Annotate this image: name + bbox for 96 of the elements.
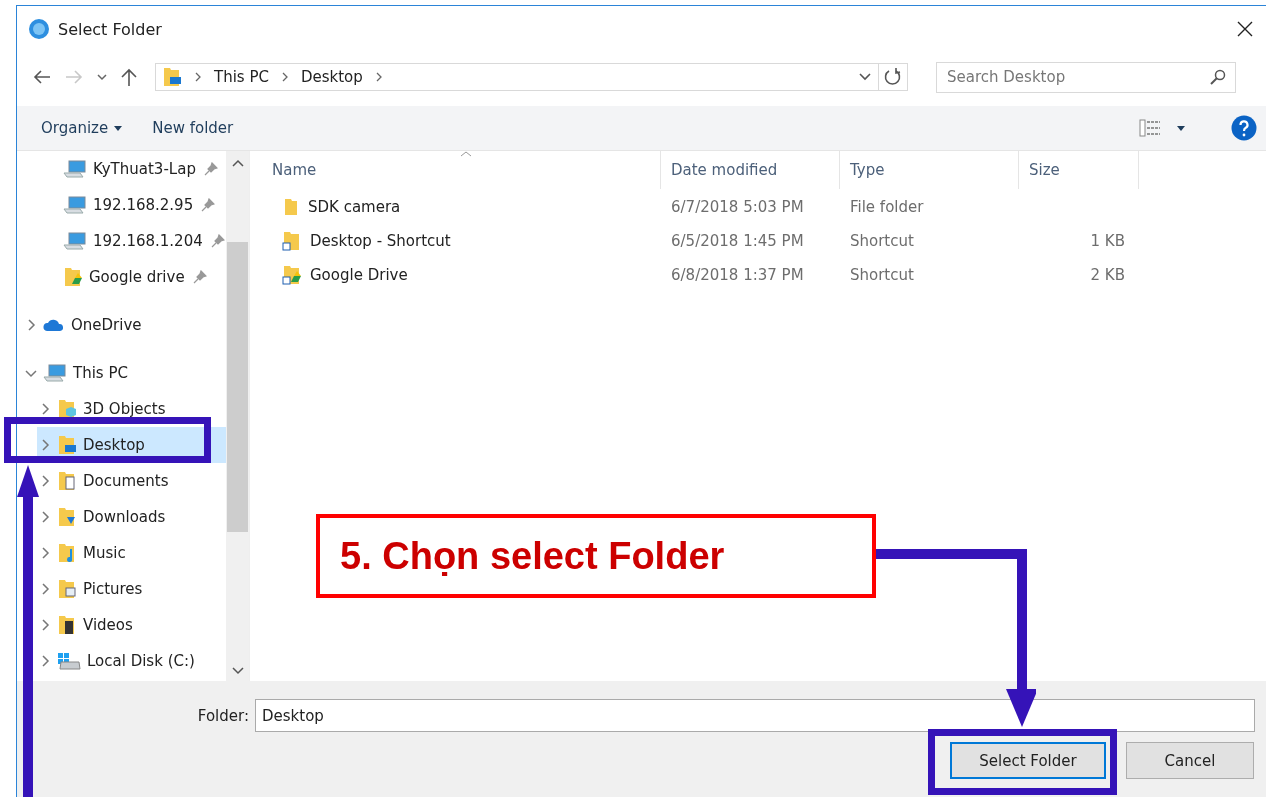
tree-item[interactable]: Downloads	[37, 499, 226, 535]
folder-icon	[57, 579, 77, 599]
folder-icon	[282, 231, 302, 251]
breadcrumb-chevron-icon[interactable]	[374, 71, 383, 83]
app-icon	[28, 18, 50, 40]
column-header[interactable]: Size	[1019, 151, 1139, 189]
expand-chevron-icon[interactable]	[39, 403, 51, 415]
refresh-icon	[884, 68, 902, 86]
folder-label: Folder:	[197, 706, 249, 725]
expand-chevron-icon[interactable]	[39, 583, 51, 595]
type-cell-text: File folder	[849, 198, 925, 216]
sort-caret-icon	[460, 151, 472, 157]
view-caret-icon[interactable]	[1177, 125, 1185, 131]
expand-chevron-icon[interactable]	[39, 475, 51, 487]
breadcrumb-chevron-icon[interactable]	[280, 71, 289, 83]
tree-item[interactable]: This PC	[17, 355, 226, 391]
expand-chevron-icon[interactable]	[25, 319, 37, 331]
expand-chevron-icon[interactable]	[39, 655, 51, 667]
file-name: Google Drive	[310, 266, 408, 284]
breadcrumb[interactable]: Desktop	[300, 68, 363, 86]
scroll-up-icon[interactable]	[231, 159, 244, 167]
quick-access-item[interactable]: 192.168.1.204	[17, 223, 226, 259]
file-name: SDK camera	[308, 198, 401, 216]
collapse-chevron-icon[interactable]	[25, 367, 37, 379]
close-icon[interactable]	[1237, 21, 1253, 37]
folder-icon	[282, 265, 302, 285]
expand-chevron-icon[interactable]	[39, 619, 51, 631]
type-cell-text: Shortcut	[849, 266, 915, 284]
pin-icon	[203, 162, 218, 176]
dropdown-caret-icon[interactable]	[858, 72, 872, 82]
callout-label: 5. Chọn select Folder	[316, 514, 876, 598]
pin-icon	[210, 234, 225, 248]
date-cell-text: 6/8/2018 1:37 PM	[670, 266, 805, 284]
cloud-icon	[43, 318, 65, 332]
computer-icon	[63, 196, 87, 214]
date-cell-text: 6/7/2018 5:03 PM	[670, 198, 805, 216]
scroll-down-icon[interactable]	[231, 667, 244, 675]
tree-item[interactable]: OneDrive	[17, 307, 226, 343]
tree-item[interactable]: Music	[37, 535, 226, 571]
file-name: Desktop - Shortcut	[310, 232, 451, 250]
column-header[interactable]: Type	[840, 151, 1019, 189]
refresh-button[interactable]	[879, 63, 908, 91]
breadcrumb-chevron-icon[interactable]	[194, 71, 202, 83]
pin-icon	[201, 198, 216, 212]
expand-chevron-icon[interactable]	[39, 511, 51, 523]
date-cell-text: 6/5/2018 1:45 PM	[670, 232, 805, 250]
column-header[interactable]: Name	[250, 151, 661, 189]
quick-access-item[interactable]: Google drive	[17, 259, 226, 295]
computer-icon	[63, 160, 87, 178]
file-row[interactable]: Desktop - Shortcut 6/5/2018 1:45 PM Shortcut 1 KB	[250, 225, 1266, 257]
search-field[interactable]: Search Desktop	[936, 61, 1236, 93]
folder-icon	[57, 399, 77, 419]
back-arrow-icon[interactable]	[33, 70, 51, 84]
size-cell-text: 1 KB	[1089, 232, 1126, 250]
help-icon[interactable]	[1231, 115, 1257, 141]
file-row[interactable]: Google Drive 6/8/2018 1:37 PM Shortcut 2 KB	[250, 259, 1266, 291]
expand-chevron-icon[interactable]	[39, 439, 51, 451]
expand-chevron-icon[interactable]	[39, 547, 51, 559]
computer-icon	[43, 364, 67, 382]
up-arrow-icon[interactable]	[121, 68, 137, 86]
column-header[interactable]: Date modified	[661, 151, 840, 189]
computer-icon	[63, 232, 87, 250]
cancel-button[interactable]: Cancel	[1126, 742, 1254, 779]
tree-item[interactable]: Local Disk (C:)	[37, 643, 226, 679]
tree-item[interactable]: Videos	[37, 607, 226, 643]
size-cell-text: 2 KB	[1089, 266, 1126, 284]
folder-icon	[57, 543, 77, 563]
folder-icon	[282, 197, 300, 217]
drive-icon	[57, 652, 81, 670]
scrollbar[interactable]	[226, 151, 249, 681]
tree-item[interactable]: Documents	[37, 463, 226, 499]
folder-icon	[57, 615, 77, 635]
window-title: Select Folder	[58, 19, 162, 39]
select-folder-button[interactable]: Select Folder	[950, 742, 1106, 779]
breadcrumb[interactable]: This PC	[214, 68, 269, 86]
type-cell-text: Shortcut	[849, 232, 915, 250]
address-bar[interactable]: This PC Desktop	[155, 63, 879, 91]
scroll-thumb[interactable]	[227, 242, 248, 532]
quick-access-item[interactable]: KyThuat3-Lap	[17, 151, 226, 187]
view-list-icon[interactable]	[1139, 119, 1161, 137]
folder-field[interactable]: Desktop	[255, 699, 1255, 732]
search-icon	[1210, 68, 1226, 85]
file-row[interactable]: SDK camera 6/7/2018 5:03 PM File folder	[250, 191, 1266, 223]
tree-item[interactable]: Pictures	[37, 571, 226, 607]
recent-caret-icon[interactable]	[97, 73, 107, 81]
new-folder-button[interactable]: New folder	[142, 115, 244, 141]
tree-item[interactable]: 3D Objects	[37, 391, 226, 427]
folder-icon	[57, 435, 77, 455]
folder-icon	[162, 67, 182, 87]
folder-icon	[63, 267, 83, 287]
folder-icon	[57, 471, 77, 491]
quick-access-item[interactable]: 192.168.2.95	[17, 187, 226, 223]
pin-icon	[192, 270, 207, 284]
folder-icon	[57, 507, 77, 527]
organize-menu-button[interactable]: Organize	[31, 115, 133, 141]
caret-icon	[114, 125, 123, 131]
